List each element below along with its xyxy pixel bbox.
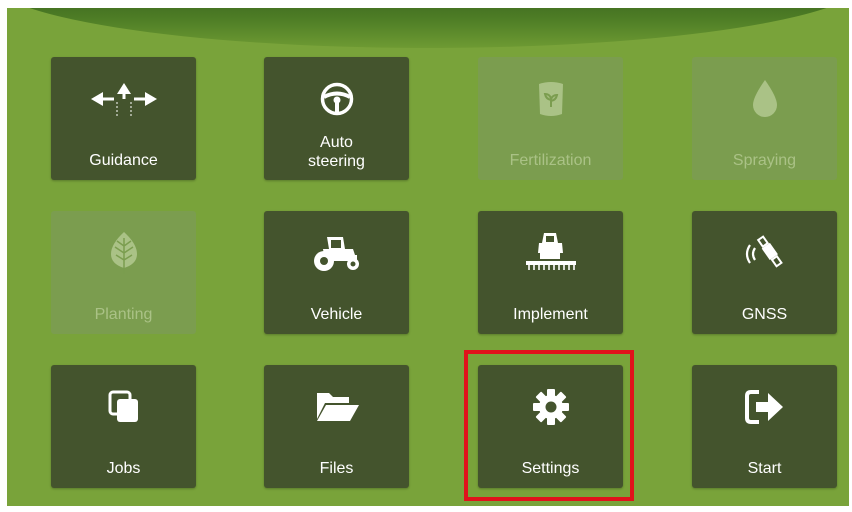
fertilization-button[interactable]: Fertilization: [478, 57, 623, 180]
fertilizer-bag-icon: [478, 79, 623, 119]
arrows-icon: [51, 79, 196, 119]
droplet-icon: [692, 79, 837, 119]
spraying-label: Spraying: [732, 152, 797, 169]
folder-open-icon: [264, 387, 409, 427]
settings-button[interactable]: Settings: [478, 365, 623, 488]
header-band: [7, 8, 849, 48]
gnss-button[interactable]: GNSS: [692, 211, 837, 334]
guidance-button[interactable]: Guidance: [51, 57, 196, 180]
files-button[interactable]: Files: [264, 365, 409, 488]
jobs-label: Jobs: [106, 460, 141, 477]
vehicle-button[interactable]: Vehicle: [264, 211, 409, 334]
start-button[interactable]: Start: [692, 365, 837, 488]
implement-icon: [478, 233, 623, 273]
auto-steering-label-line1: Auto: [320, 134, 353, 151]
start-label: Start: [747, 460, 782, 477]
settings-label: Settings: [521, 460, 580, 477]
auto-steering-label-line2: steering: [308, 153, 365, 170]
implement-label: Implement: [513, 306, 588, 323]
gnss-label: GNSS: [741, 306, 788, 323]
guidance-label: Guidance: [89, 152, 158, 169]
gear-icon: [478, 387, 623, 427]
copy-icon: [51, 387, 196, 427]
files-label: Files: [319, 460, 354, 477]
steering-wheel-icon: [264, 79, 409, 119]
tractor-icon: [264, 233, 409, 273]
auto-steering-button[interactable]: Auto steering: [264, 57, 409, 180]
jobs-button[interactable]: Jobs: [51, 365, 196, 488]
implement-button[interactable]: Implement: [478, 211, 623, 334]
spraying-button[interactable]: Spraying: [692, 57, 837, 180]
leaf-icon: [51, 232, 196, 274]
main-menu-screen: Guidance Auto steering Fertilization Spr…: [7, 8, 849, 506]
vehicle-label: Vehicle: [310, 306, 363, 323]
planting-label: Planting: [94, 306, 153, 323]
satellite-icon: [692, 233, 837, 273]
planting-button[interactable]: Planting: [51, 211, 196, 334]
auto-steering-label: Auto steering: [264, 133, 409, 171]
exit-icon: [692, 387, 837, 427]
fertilization-label: Fertilization: [509, 152, 592, 169]
